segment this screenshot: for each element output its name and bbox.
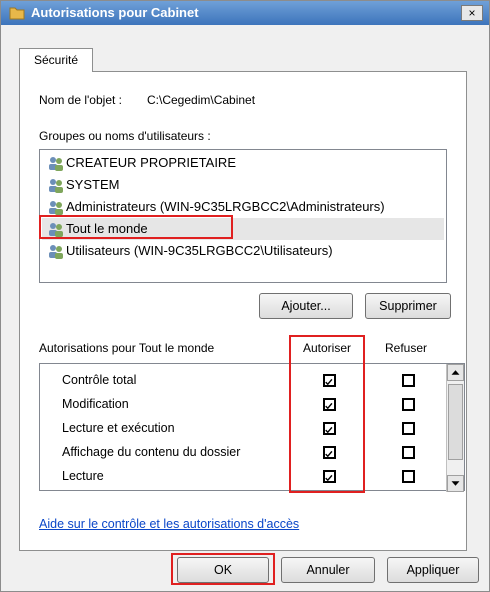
- permissions-header: Autorisations pour Tout le monde: [39, 341, 215, 355]
- remove-button[interactable]: Supprimer: [365, 293, 451, 319]
- object-name-label: Nom de l'objet :: [39, 93, 122, 107]
- arrow-up-icon: [451, 370, 460, 375]
- highlight-selected-user: [39, 215, 233, 239]
- scroll-thumb[interactable]: [448, 384, 463, 460]
- deny-header: Refuser: [385, 341, 428, 355]
- deny-checkbox[interactable]: [402, 374, 415, 387]
- title-bar[interactable]: Autorisations pour Cabinet ×: [1, 1, 489, 25]
- users-icon: [49, 179, 63, 193]
- cancel-button[interactable]: Annuler: [281, 557, 375, 583]
- object-path: C:\Cegedim\Cabinet: [147, 93, 256, 107]
- permission-row: Modification: [62, 397, 129, 411]
- user-name: CREATEUR PROPRIETAIRE: [66, 155, 236, 170]
- scroll-up-button[interactable]: [447, 364, 464, 381]
- permissions-scrollbar[interactable]: [446, 364, 464, 492]
- deny-checkbox[interactable]: [402, 422, 415, 435]
- folder-icon: [9, 7, 25, 20]
- apply-button[interactable]: Appliquer: [387, 557, 479, 583]
- user-name: Utilisateurs (WIN-9C35LRGBCC2\Utilisateu…: [66, 243, 333, 258]
- permission-row: Lecture: [62, 469, 104, 483]
- permission-row: Affichage du contenu du dossier: [62, 445, 241, 459]
- highlight-ok-button: [171, 553, 275, 585]
- list-item-createur-proprietaire[interactable]: CREATEUR PROPRIETAIRE: [42, 152, 444, 174]
- users-icon: [49, 245, 63, 259]
- list-item-utilisateurs[interactable]: Utilisateurs (WIN-9C35LRGBCC2\Utilisateu…: [42, 240, 444, 262]
- permissions-dialog: Autorisations pour Cabinet × Sécurité No…: [0, 0, 490, 592]
- permission-row: Lecture et exécution: [62, 421, 175, 435]
- close-button[interactable]: ×: [461, 5, 483, 21]
- permissions-table: Contrôle total Modification Lecture et e…: [39, 363, 465, 492]
- deny-checkbox[interactable]: [402, 398, 415, 411]
- add-button[interactable]: Ajouter...: [259, 293, 353, 319]
- tab-securite[interactable]: Sécurité: [19, 48, 93, 72]
- list-item-system[interactable]: SYSTEM: [42, 174, 444, 196]
- user-name: SYSTEM: [66, 177, 120, 192]
- users-icon: [49, 157, 63, 171]
- deny-checkbox[interactable]: [402, 446, 415, 459]
- users-icon: [49, 201, 63, 215]
- deny-checkbox[interactable]: [402, 470, 415, 483]
- permission-row: Contrôle total: [62, 373, 137, 387]
- window-title: Autorisations pour Cabinet: [31, 5, 199, 20]
- arrow-down-icon: [451, 481, 460, 486]
- help-link[interactable]: Aide sur le contrôle et les autorisation…: [39, 517, 299, 531]
- highlight-allow-column: [289, 335, 365, 493]
- scroll-down-button[interactable]: [447, 475, 464, 492]
- groups-label: Groupes ou noms d'utilisateurs :: [39, 129, 211, 143]
